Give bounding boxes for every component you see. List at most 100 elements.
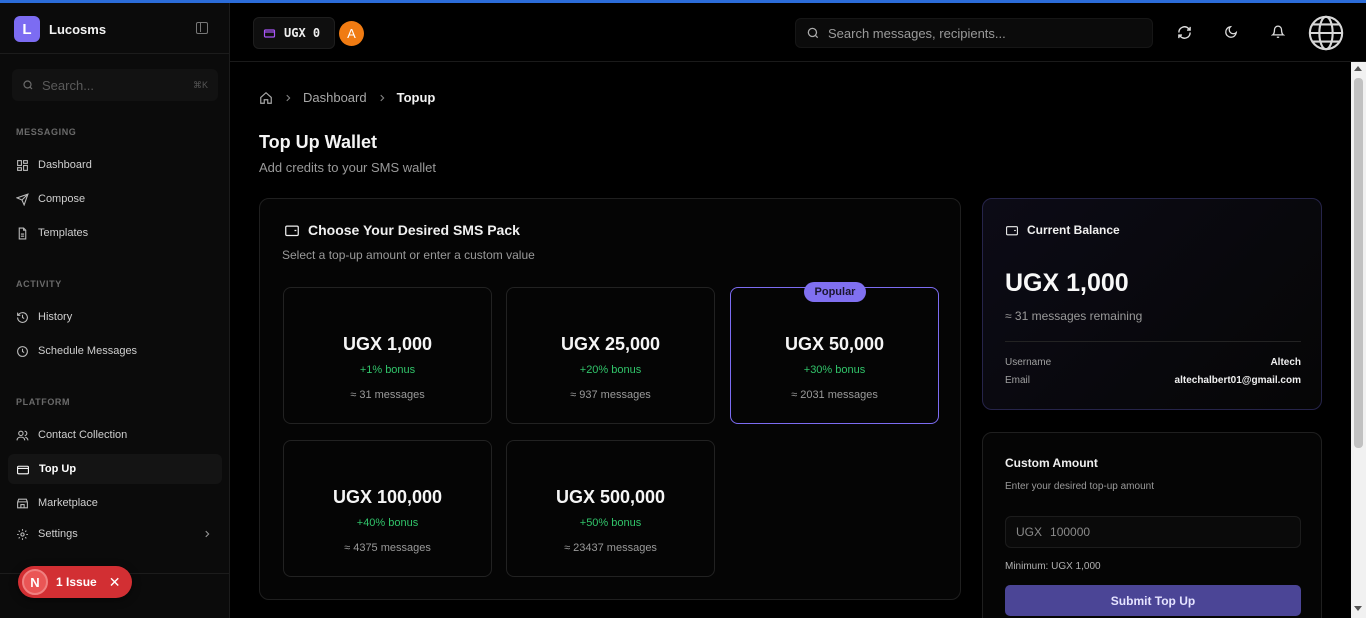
close-icon[interactable]: ✕ (109, 574, 121, 591)
page-subtitle: Add credits to your SMS wallet (259, 160, 437, 175)
pack-amount: UGX 25,000 (560, 334, 661, 354)
pack-card-subtitle: Select a top-up amount or enter a custom… (282, 248, 535, 262)
section-label-platform: PLATFORM (16, 397, 71, 407)
balance-title: Current Balance (1027, 223, 1120, 237)
search-icon (807, 27, 819, 39)
email-row: Email altechalbert01@gmail.com (1005, 375, 1301, 386)
pack-option[interactable]: UGX 100,000 +40% bonus ≈ 4375 messages (283, 440, 492, 577)
avatar[interactable]: A (339, 21, 364, 46)
sidebar-item-label: Compose (38, 193, 86, 205)
pack-amount: UGX 500,000 (555, 487, 666, 507)
balance-remaining: ≈ 31 messages remaining (1005, 309, 1143, 323)
pack-messages: ≈ 2031 messages (791, 389, 878, 401)
sidebar-item-history[interactable]: History (8, 302, 222, 332)
section-label-messaging: MESSAGING (16, 127, 77, 137)
sidebar-item-schedule-messages[interactable]: Schedule Messages (8, 336, 222, 366)
sidebar-toggle-icon[interactable] (196, 22, 208, 34)
email-value: altechalbert01@gmail.com (1174, 375, 1301, 386)
issue-count: 1 Issue (56, 575, 97, 589)
chevron-right-icon (205, 530, 210, 538)
breadcrumb: Dashboard Topup (259, 90, 435, 105)
pack-amount: UGX 50,000 (784, 334, 885, 354)
app-name: Lucosms (49, 21, 107, 37)
file-icon (18, 227, 27, 239)
sidebar-search[interactable]: Search... ⌘K (12, 69, 218, 101)
sidebar-item-label: Top Up (39, 463, 77, 475)
pack-amount: UGX 100,000 (332, 487, 443, 507)
sidebar-item-label: Contact Collection (38, 429, 128, 441)
custom-amount-input[interactable]: 100000 (1050, 525, 1090, 539)
brand[interactable]: L Lucosms (14, 16, 106, 42)
sidebar-item-contact-collection[interactable]: Contact Collection (8, 420, 222, 450)
pack-bonus: +20% bonus (579, 364, 642, 376)
breadcrumb-current: Topup (396, 90, 436, 105)
current-balance-card: Current Balance UGX 1,000 ≈ 31 messages … (982, 198, 1322, 410)
bell-icon[interactable] (1269, 23, 1287, 41)
divider (1005, 341, 1301, 342)
pack-messages: ≈ 31 messages (350, 389, 425, 401)
chevron-right-icon (379, 94, 385, 101)
username-label: Username (1005, 357, 1052, 368)
pack-option-popular[interactable]: Popular UGX 50,000 +30% bonus ≈ 2031 mes… (730, 282, 939, 424)
home-icon[interactable] (259, 91, 273, 105)
pack-messages: ≈ 4375 messages (344, 542, 431, 554)
pack-bonus: +1% bonus (359, 364, 416, 376)
sidebar-item-label: Marketplace (38, 497, 98, 509)
sidebar-item-top-up[interactable]: Top Up (8, 454, 222, 484)
next-logo-icon: N (22, 569, 48, 595)
sidebar-item-compose[interactable]: Compose (8, 184, 222, 214)
send-icon (16, 192, 29, 206)
global-search[interactable]: Search messages, recipients... (795, 18, 1153, 48)
grid-icon (17, 159, 28, 171)
shortcut-hint: ⌘K (192, 79, 208, 90)
page-title: Top Up Wallet (259, 132, 377, 152)
history-icon (17, 311, 28, 323)
sidebar-item-dashboard[interactable]: Dashboard (8, 150, 222, 180)
sidebar-search-input[interactable]: Search... (42, 78, 193, 93)
scroll-up-arrow[interactable] (1354, 66, 1362, 71)
minimum-note: Minimum: UGX 1,000 (1005, 561, 1101, 572)
pack-bonus: +50% bonus (579, 517, 642, 529)
globe-icon[interactable] (1307, 14, 1345, 52)
refresh-icon[interactable] (1175, 23, 1193, 41)
pack-option[interactable]: UGX 500,000 +50% bonus ≈ 23437 messages (506, 440, 715, 577)
submit-top-up-button[interactable]: Submit Top Up (1005, 585, 1301, 616)
pack-messages: ≈ 23437 messages (564, 542, 657, 554)
wallet-amount: UGX 0 (284, 26, 321, 40)
sidebar-item-label: Settings (38, 528, 78, 540)
email-label: Email (1005, 375, 1031, 386)
custom-amount-field[interactable]: UGX 100000 (1005, 516, 1301, 548)
scroll-down-arrow[interactable] (1354, 606, 1362, 611)
sidebar-item-templates[interactable]: Templates (8, 218, 222, 248)
currency-prefix: UGX (1016, 525, 1043, 539)
users-icon (16, 430, 29, 440)
wallet-icon (17, 465, 29, 474)
gear-icon (17, 528, 28, 540)
search-icon (23, 80, 33, 90)
scrollbar-thumb[interactable] (1354, 78, 1363, 448)
username-row: Username Altech (1005, 357, 1301, 368)
sidebar-item-marketplace[interactable]: Marketplace (8, 488, 222, 518)
pack-option[interactable]: UGX 25,000 +20% bonus ≈ 937 messages (506, 287, 715, 424)
moon-icon[interactable] (1222, 23, 1240, 41)
breadcrumb-dashboard[interactable]: Dashboard (303, 90, 367, 105)
top-bar: UGX 0 A Search messages, recipients... (230, 3, 1366, 62)
custom-amount-card: Custom Amount Enter your desired top-up … (982, 432, 1322, 618)
pack-amount: UGX 1,000 (342, 334, 433, 354)
sidebar: L Lucosms Search... ⌘K MESSAGING Dashboa… (0, 3, 230, 618)
store-icon (17, 498, 28, 508)
wallet-icon (285, 225, 299, 236)
pack-card-header: Choose Your Desired SMS Pack (284, 222, 520, 238)
balance-amount: UGX 1,000 (1005, 269, 1129, 297)
clock-icon (17, 345, 28, 357)
issues-toast[interactable]: N 1 Issue ✕ (18, 566, 133, 598)
wallet-icon (263, 29, 276, 38)
custom-amount-subtitle: Enter your desired top-up amount (1005, 481, 1154, 492)
pack-bonus: +30% bonus (803, 364, 866, 376)
wallet-balance-chip[interactable]: UGX 0 (253, 17, 335, 49)
pack-card-title: Choose Your Desired SMS Pack (308, 222, 520, 238)
global-search-input[interactable]: Search messages, recipients... (828, 26, 1006, 41)
pack-option[interactable]: UGX 1,000 +1% bonus ≈ 31 messages (283, 287, 492, 424)
sidebar-item-settings[interactable]: Settings (8, 519, 222, 549)
sms-pack-card: Choose Your Desired SMS Pack Select a to… (259, 198, 961, 600)
